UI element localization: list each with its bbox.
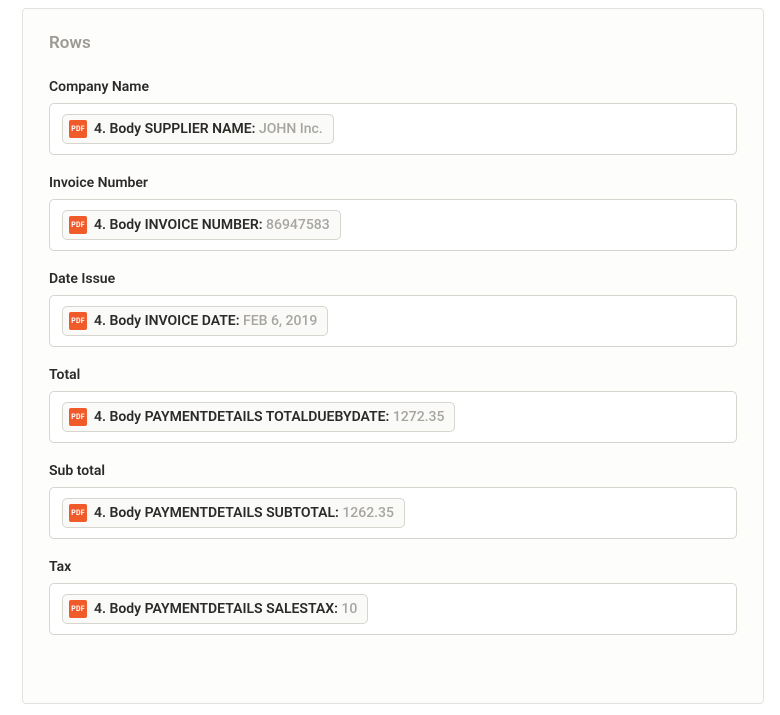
chip-date-issue[interactable]: PDF 4. Body INVOICE DATE: FEB 6, 2019 <box>62 306 328 336</box>
pdf-icon-text: PDF <box>71 605 85 613</box>
chip-value-tax: 10 <box>341 601 357 617</box>
chip-value-sub-total: 1262.35 <box>342 505 394 521</box>
pdf-icon-text: PDF <box>71 413 85 421</box>
chip-company-name[interactable]: PDF 4. Body SUPPLIER NAME: JOHN Inc. <box>62 114 334 144</box>
pdf-icon: PDF <box>69 600 87 618</box>
pdf-icon: PDF <box>69 120 87 138</box>
pdf-icon: PDF <box>69 216 87 234</box>
section-title: Rows <box>49 33 737 53</box>
pdf-icon: PDF <box>69 312 87 330</box>
field-label-sub-total: Sub total <box>49 463 737 479</box>
field-group-company-name: Company Name PDF 4. Body SUPPLIER NAME: … <box>49 79 737 155</box>
chip-sub-total[interactable]: PDF 4. Body PAYMENTDETAILS SUBTOTAL: 126… <box>62 498 405 528</box>
field-label-total: Total <box>49 367 737 383</box>
field-group-date-issue: Date Issue PDF 4. Body INVOICE DATE: FEB… <box>49 271 737 347</box>
field-box-sub-total[interactable]: PDF 4. Body PAYMENTDETAILS SUBTOTAL: 126… <box>49 487 737 539</box>
chip-value-invoice-number: 86947583 <box>266 217 330 233</box>
field-label-date-issue: Date Issue <box>49 271 737 287</box>
chip-key-date-issue: 4. Body INVOICE DATE: <box>94 313 240 329</box>
field-label-tax: Tax <box>49 559 737 575</box>
field-box-date-issue[interactable]: PDF 4. Body INVOICE DATE: FEB 6, 2019 <box>49 295 737 347</box>
chip-key-total: 4. Body PAYMENTDETAILS TOTALDUEBYDATE: <box>94 409 389 425</box>
field-label-invoice-number: Invoice Number <box>49 175 737 191</box>
chip-value-date-issue: FEB 6, 2019 <box>243 313 317 329</box>
field-group-total: Total PDF 4. Body PAYMENTDETAILS TOTALDU… <box>49 367 737 443</box>
chip-value-total: 1272.35 <box>393 409 445 425</box>
field-box-invoice-number[interactable]: PDF 4. Body INVOICE NUMBER: 86947583 <box>49 199 737 251</box>
chip-key-tax: 4. Body PAYMENTDETAILS SALESTAX: <box>94 601 338 617</box>
field-group-sub-total: Sub total PDF 4. Body PAYMENTDETAILS SUB… <box>49 463 737 539</box>
field-box-total[interactable]: PDF 4. Body PAYMENTDETAILS TOTALDUEBYDAT… <box>49 391 737 443</box>
pdf-icon: PDF <box>69 408 87 426</box>
chip-total[interactable]: PDF 4. Body PAYMENTDETAILS TOTALDUEBYDAT… <box>62 402 455 432</box>
pdf-icon-text: PDF <box>71 125 85 133</box>
pdf-icon-text: PDF <box>71 317 85 325</box>
pdf-icon: PDF <box>69 504 87 522</box>
chip-key-sub-total: 4. Body PAYMENTDETAILS SUBTOTAL: <box>94 505 339 521</box>
field-box-company-name[interactable]: PDF 4. Body SUPPLIER NAME: JOHN Inc. <box>49 103 737 155</box>
chip-tax[interactable]: PDF 4. Body PAYMENTDETAILS SALESTAX: 10 <box>62 594 368 624</box>
chip-key-invoice-number: 4. Body INVOICE NUMBER: <box>94 217 263 233</box>
chip-value-company-name: JOHN Inc. <box>259 121 323 137</box>
chip-key-company-name: 4. Body SUPPLIER NAME: <box>94 121 255 137</box>
field-group-tax: Tax PDF 4. Body PAYMENTDETAILS SALESTAX:… <box>49 559 737 635</box>
field-group-invoice-number: Invoice Number PDF 4. Body INVOICE NUMBE… <box>49 175 737 251</box>
field-box-tax[interactable]: PDF 4. Body PAYMENTDETAILS SALESTAX: 10 <box>49 583 737 635</box>
pdf-icon-text: PDF <box>71 221 85 229</box>
pdf-icon-text: PDF <box>71 509 85 517</box>
chip-invoice-number[interactable]: PDF 4. Body INVOICE NUMBER: 86947583 <box>62 210 341 240</box>
field-label-company-name: Company Name <box>49 79 737 95</box>
rows-panel: Rows Company Name PDF 4. Body SUPPLIER N… <box>22 8 764 704</box>
